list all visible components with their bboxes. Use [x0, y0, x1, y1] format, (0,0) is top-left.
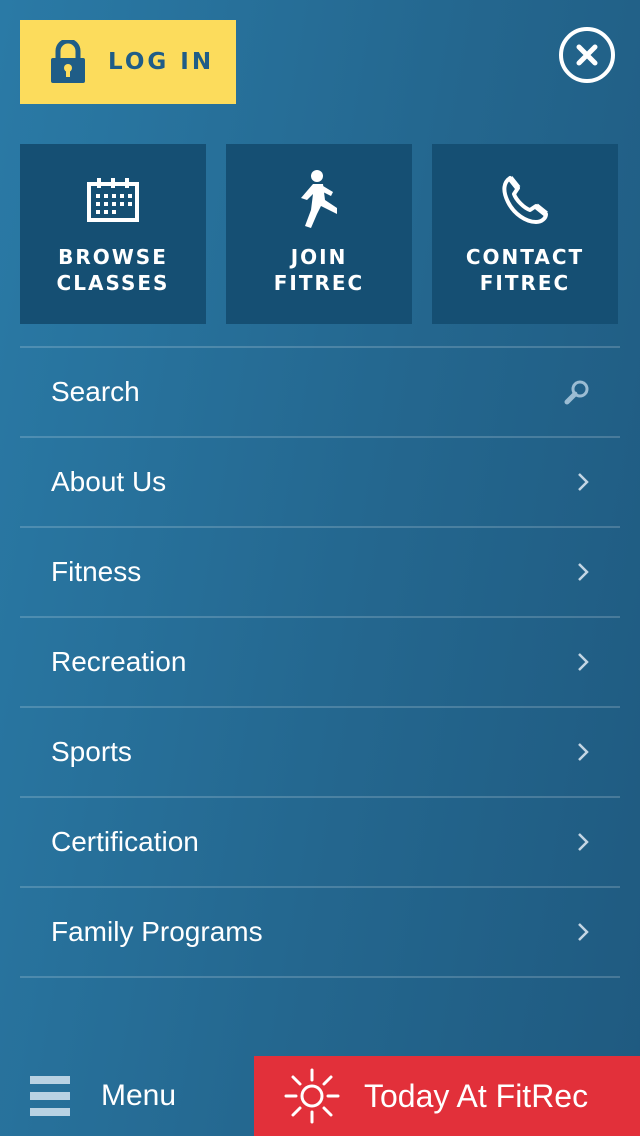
running-person-icon — [301, 170, 337, 228]
today-at-fitrec-button[interactable]: Today At FitRec — [254, 1056, 640, 1136]
menu-item-recreation[interactable]: Recreation — [20, 618, 620, 708]
hamburger-icon — [30, 1076, 70, 1116]
chevron-right-icon — [578, 653, 589, 671]
chevron-right-icon — [578, 833, 589, 851]
menu-item-about-us[interactable]: About Us — [20, 438, 620, 528]
chevron-right-icon — [578, 743, 589, 761]
chevron-right-icon — [578, 563, 589, 581]
lock-icon — [51, 40, 85, 83]
search-icon — [564, 380, 589, 405]
close-button[interactable] — [559, 27, 615, 83]
menu-item-family-programs[interactable]: Family Programs — [20, 888, 620, 978]
menu-item-fitness[interactable]: Fitness — [20, 528, 620, 618]
menu-item-label: Certification — [51, 826, 199, 857]
chevron-right-icon — [578, 473, 589, 491]
quick-action-tiles: BROWSE CLASSES JOIN FITREC CONTACT FITRE… — [20, 144, 618, 324]
menu-item-label: Family Programs — [51, 916, 263, 947]
bottom-bar: Menu Today At FitRec — [0, 1056, 640, 1136]
menu-toggle-button[interactable]: Menu — [0, 1056, 254, 1136]
search-label: Search — [51, 376, 140, 407]
menu-item-label: About Us — [51, 466, 167, 497]
menu-label: Menu — [101, 1079, 177, 1112]
sun-icon — [284, 1068, 340, 1124]
search-item[interactable]: Search — [20, 348, 620, 438]
today-label: Today At FitRec — [364, 1077, 589, 1114]
menu-item-label: Sports — [51, 736, 132, 767]
browse-classes-tile[interactable]: BROWSE CLASSES — [20, 144, 206, 324]
join-fitrec-label: JOIN FITREC — [273, 245, 365, 295]
contact-fitrec-label: CONTACT FITREC — [465, 245, 585, 295]
menu-item-label: Recreation — [51, 646, 187, 677]
chevron-right-icon — [578, 923, 589, 941]
phone-icon — [502, 176, 548, 224]
login-button[interactable]: LOG IN — [20, 20, 236, 104]
menu-item-sports[interactable]: Sports — [20, 708, 620, 798]
nav-menu: Search About Us Fitness Recreation Sport… — [20, 346, 620, 978]
contact-fitrec-tile[interactable]: CONTACT FITREC — [432, 144, 618, 324]
close-icon — [576, 44, 598, 66]
login-label: LOG IN — [108, 49, 215, 75]
menu-item-label: Fitness — [51, 556, 142, 587]
calendar-icon — [87, 178, 139, 222]
join-fitrec-tile[interactable]: JOIN FITREC — [226, 144, 412, 324]
menu-item-certification[interactable]: Certification — [20, 798, 620, 888]
browse-classes-label: BROWSE CLASSES — [56, 245, 170, 295]
